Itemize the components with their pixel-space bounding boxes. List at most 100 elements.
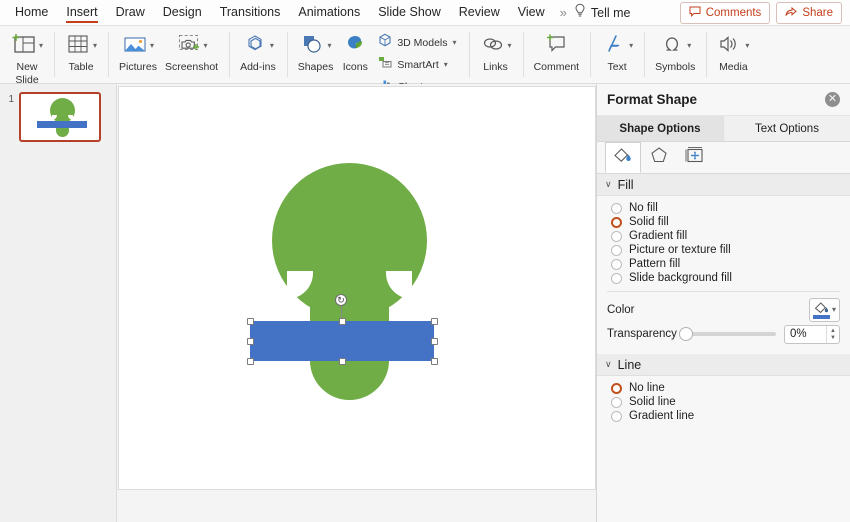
selection-handle-bottom-center[interactable] (338, 357, 346, 365)
share-button[interactable]: Share (776, 1, 842, 24)
radio-solid-fill-label: Solid fill (629, 216, 669, 228)
new-slide-icon-row: ▾ (11, 31, 43, 61)
slide-thumbnail-1[interactable] (19, 92, 101, 142)
menu-item-review[interactable]: Review (450, 1, 509, 25)
text-caret-icon[interactable]: ▾ (629, 42, 633, 50)
transparency-stepper-arrows: ▲ ▼ (826, 325, 839, 343)
transparency-stepper[interactable]: 0% ▲ ▼ (784, 324, 840, 344)
stepper-down-icon[interactable]: ▼ (830, 335, 836, 341)
comment-button[interactable]: Comment (530, 29, 584, 76)
new-slide-button[interactable]: ▾ New Slide (7, 29, 47, 88)
fill-color-caret-icon[interactable]: ▾ (832, 306, 836, 314)
selection-handle-bottom-left[interactable] (246, 357, 254, 365)
radio-no-line-indicator (611, 382, 622, 394)
fill-section-header[interactable]: ∨ Fill (597, 174, 850, 196)
menu-item-animations[interactable]: Animations (289, 1, 369, 25)
selection-handle-top-center[interactable] (338, 317, 346, 325)
screenshot-caret-icon[interactable]: ▾ (204, 42, 208, 50)
smartart-caret-icon[interactable]: ▾ (444, 60, 448, 69)
tab-text-options[interactable]: Text Options (724, 116, 850, 141)
menu-overflow-chevron-icon[interactable]: » (554, 5, 572, 20)
smartart-button[interactable]: SmartArt ▾ (375, 54, 459, 75)
table-button[interactable]: ▾ Table (61, 29, 101, 76)
menu-item-insert[interactable]: Insert (57, 1, 106, 25)
color-label: Color (607, 304, 635, 316)
radio-no-line[interactable]: No line (597, 381, 850, 395)
thumbnail-row: 1 (0, 84, 116, 142)
slide-thumbnail-pane[interactable]: 1 (0, 84, 117, 522)
comments-button[interactable]: Comments (679, 1, 771, 24)
transparency-value[interactable]: 0% (785, 326, 826, 343)
menu-item-slide-show[interactable]: Slide Show (369, 1, 450, 25)
radio-gradient-fill[interactable]: Gradient fill (597, 229, 850, 243)
shapes-icon-row: ▾ (300, 31, 332, 61)
menu-item-draw[interactable]: Draw (107, 1, 154, 25)
shapes-button[interactable]: ▾ Shapes (294, 29, 338, 76)
close-icon[interactable]: ✕ (825, 92, 840, 107)
fill-and-line-icon (612, 145, 634, 170)
table-caret-icon[interactable]: ▾ (93, 42, 97, 50)
screenshot-button[interactable]: ▾ Screenshot (161, 29, 222, 76)
selected-rectangle-shape[interactable] (250, 321, 434, 361)
selection-handle-bottom-right[interactable] (430, 357, 438, 365)
media-caret-icon[interactable]: ▾ (745, 42, 749, 50)
radio-pattern-fill[interactable]: Pattern fill (597, 257, 850, 271)
radio-gradient-line[interactable]: Gradient line (597, 409, 850, 423)
fill-chevron-down-icon[interactable]: ∨ (605, 179, 612, 190)
links-button[interactable]: ▾ Links (476, 29, 516, 76)
symbols-caret-icon[interactable]: ▾ (687, 42, 691, 50)
media-button[interactable]: ▾ Media (713, 29, 753, 76)
menu-item-design[interactable]: Design (154, 1, 211, 25)
text-button[interactable]: ▾ Text (597, 29, 637, 76)
thumbnail-bulb-shape (44, 98, 80, 140)
pictures-button[interactable]: ▾ Pictures (115, 29, 161, 76)
icons-label: Icons (342, 61, 368, 73)
icons-button[interactable]: Icons (337, 29, 373, 76)
fill-and-line-icon-tab[interactable] (605, 142, 641, 173)
transparency-slider-knob[interactable] (678, 327, 693, 341)
new-slide-caret-icon[interactable]: ▾ (39, 42, 43, 50)
radio-picture-or-texture-fill[interactable]: Picture or texture fill (597, 243, 850, 257)
effects-icon-tab[interactable] (641, 142, 677, 173)
selection-handle-middle-right[interactable] (430, 337, 438, 345)
3d-models-button[interactable]: 3D Models ▾ (375, 32, 459, 53)
bulb-shape[interactable] (241, 163, 459, 403)
selection-handle-middle-left[interactable] (246, 337, 254, 345)
add-ins-button[interactable]: ▾ Add-ins (236, 29, 280, 76)
size-and-properties-icon-tab[interactable] (677, 142, 713, 173)
radio-solid-line[interactable]: Solid line (597, 395, 850, 409)
ribbon-group-illustrations: ▾ Shapes Icons 3D Models ▾ SmartArt ▾ (286, 26, 469, 93)
format-shape-title: Format Shape (607, 92, 698, 107)
links-caret-icon[interactable]: ▾ (508, 42, 512, 50)
new-slide-label-line1: New (16, 61, 38, 73)
symbols-label: Symbols (655, 61, 696, 73)
radio-gradient-fill-label: Gradient fill (629, 230, 688, 242)
selection-handle-top-right[interactable] (430, 317, 438, 325)
pictures-icon (122, 32, 148, 61)
slide-canvas[interactable]: ↻ (118, 86, 596, 490)
tab-shape-options[interactable]: Shape Options (597, 116, 724, 141)
selection-handle-top-left[interactable] (246, 317, 254, 325)
radio-no-fill[interactable]: No fill (597, 201, 850, 215)
3d-models-caret-icon[interactable]: ▾ (453, 38, 457, 47)
add-ins-caret-icon[interactable]: ▾ (270, 42, 274, 50)
rotation-handle[interactable]: ↻ (335, 294, 347, 306)
radio-slide-background-fill-label: Slide background fill (629, 272, 732, 284)
fill-color-button[interactable]: ▾ (808, 298, 840, 322)
menu-item-view[interactable]: View (509, 1, 554, 25)
shapes-caret-icon[interactable]: ▾ (328, 42, 332, 50)
line-chevron-down-icon[interactable]: ∨ (605, 359, 612, 370)
radio-solid-fill[interactable]: Solid fill (597, 215, 850, 229)
pictures-caret-icon[interactable]: ▾ (150, 42, 154, 50)
radio-no-line-label: No line (629, 382, 665, 394)
menu-item-home[interactable]: Home (6, 1, 57, 25)
ribbon-group-images: ▾ Pictures ▾ Screenshot (108, 26, 229, 83)
menu-item-transitions[interactable]: Transitions (211, 1, 290, 25)
radio-slide-background-fill[interactable]: Slide background fill (597, 271, 850, 285)
radio-no-fill-indicator (611, 202, 622, 214)
symbols-button[interactable]: ▾ Symbols (651, 29, 699, 76)
stepper-up-icon[interactable]: ▲ (830, 328, 836, 334)
transparency-slider[interactable] (678, 327, 776, 341)
line-section-header[interactable]: ∨ Line (597, 354, 850, 376)
tell-me-button[interactable]: Tell me (572, 3, 630, 23)
